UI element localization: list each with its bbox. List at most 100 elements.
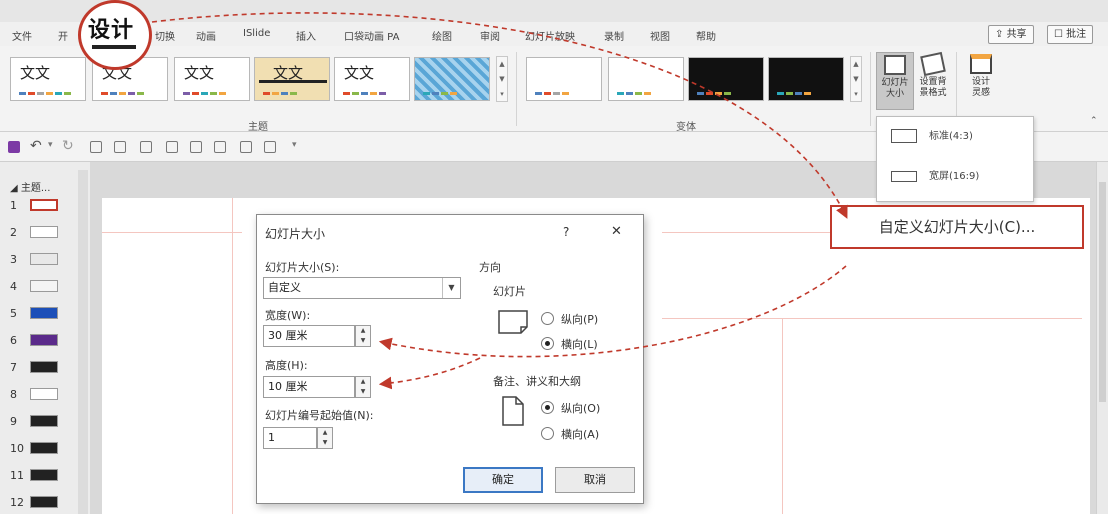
close-icon[interactable]: ✕ <box>611 224 622 239</box>
design-tab-label[interactable]: 设计 <box>88 12 134 44</box>
slide-preview <box>30 307 58 319</box>
theme-thumbnail-6[interactable] <box>414 57 490 101</box>
menu-animations[interactable]: 动画 <box>196 28 216 43</box>
menu-help[interactable]: 帮助 <box>696 28 716 43</box>
slide-thumbnail-6[interactable]: 6 <box>0 331 80 351</box>
toolbar-icon-2[interactable] <box>114 141 126 153</box>
guide-line <box>232 198 233 514</box>
menu-bar: 文件 开 切换 动画 ISlide 插入 口袋动画 PA 绘图 审阅 幻灯片放映… <box>0 22 1108 46</box>
slide-thumbnail-7[interactable]: 7 <box>0 358 80 378</box>
notes-portrait-label: 纵向(O) <box>561 402 601 415</box>
theme-thumbnail-4[interactable]: 文文 <box>254 57 330 101</box>
collapse-ribbon-icon[interactable]: ⌃ <box>1090 116 1098 126</box>
variant-swatches <box>535 92 569 95</box>
undo-icon[interactable]: ↶ <box>30 138 42 154</box>
start-number-stepper[interactable]: ▲ ▼ <box>317 427 333 449</box>
slide-preview <box>30 226 58 238</box>
variant-thumbnail-2[interactable] <box>608 57 684 101</box>
slide-thumbnail-panel: ◢ 主题... 1 2 3 4 5 6 7 8 9 10 11 12 <box>0 162 90 514</box>
slide-thumbnail-2[interactable]: 2 <box>0 223 80 243</box>
slide-size-select[interactable]: 自定义 ▼ <box>263 277 461 299</box>
slide-number: 3 <box>10 253 17 266</box>
slide-number: 8 <box>10 388 17 401</box>
slides-orientation-heading: 幻灯片 <box>493 285 526 298</box>
redo-icon[interactable]: ↻ <box>62 138 74 154</box>
format-background-button[interactable]: 设置背 景格式 <box>914 51 952 110</box>
theme-thumbnail-3[interactable]: 文文 <box>174 57 250 101</box>
variant-thumbnail-1[interactable] <box>526 57 602 101</box>
menu-pocket-animation[interactable]: 口袋动画 PA <box>344 28 399 43</box>
theme-thumbnail-5[interactable]: 文文 <box>334 57 410 101</box>
height-input[interactable]: 10 厘米 <box>263 376 355 398</box>
height-label: 高度(H): <box>265 359 308 372</box>
guide-line <box>782 318 783 514</box>
section-header[interactable]: ◢ 主题... <box>10 179 50 194</box>
slide-size-icon <box>884 55 906 75</box>
divider <box>870 52 871 126</box>
vertical-scrollbar[interactable] <box>1096 162 1108 514</box>
slide-number: 1 <box>10 199 17 212</box>
widescreen-size-option[interactable]: 宽屏(16:9) <box>891 167 979 191</box>
menu-islide[interactable]: ISlide <box>243 28 270 39</box>
themes-scroll[interactable]: ▲ ▼ ▾ <box>496 56 508 102</box>
notes-landscape-radio[interactable] <box>541 427 554 440</box>
menu-home[interactable]: 开 <box>58 28 68 43</box>
width-stepper[interactable]: ▲ ▼ <box>355 325 371 347</box>
notes-portrait-radio[interactable] <box>541 401 554 414</box>
theme-thumbnail-office[interactable]: 文文 <box>10 57 86 101</box>
variants-scroll[interactable]: ▲ ▼ ▾ <box>850 56 862 102</box>
notes-orientation-heading: 备注、讲义和大纲 <box>493 375 581 388</box>
variant-thumbnail-4[interactable] <box>768 57 844 101</box>
cancel-button[interactable]: 取消 <box>555 467 635 493</box>
save-icon[interactable] <box>8 141 20 153</box>
menu-view[interactable]: 视图 <box>650 28 670 43</box>
slide-thumbnail-10[interactable]: 10 <box>0 439 80 459</box>
menu-review[interactable]: 审阅 <box>480 28 500 43</box>
menu-file[interactable]: 文件 <box>12 28 32 43</box>
notes-landscape-label: 横向(A) <box>561 428 600 441</box>
slides-landscape-radio[interactable] <box>541 337 554 350</box>
menu-record[interactable]: 录制 <box>604 28 624 43</box>
slide-thumbnail-9[interactable]: 9 <box>0 412 80 432</box>
start-number-input[interactable]: 1 <box>263 427 317 449</box>
toolbar-icon-3[interactable] <box>140 141 152 153</box>
slides-landscape-label: 横向(L) <box>561 338 598 351</box>
slide-preview <box>30 469 58 481</box>
width-label: 宽度(W): <box>265 309 311 322</box>
menu-insert[interactable]: 插入 <box>296 28 316 43</box>
toolbar-icon-6[interactable] <box>214 141 226 153</box>
slide-thumbnail-8[interactable]: 8 <box>0 385 80 405</box>
theme-color-swatches <box>343 92 386 95</box>
variant-thumbnail-3[interactable] <box>688 57 764 101</box>
slide-thumbnail-11[interactable]: 11 <box>0 466 80 486</box>
slide-size-button[interactable]: 幻灯片 大小 <box>876 52 914 110</box>
share-button[interactable]: ⇪ 共享 <box>988 25 1034 44</box>
undo-dropdown-icon[interactable]: ▾ <box>48 140 53 150</box>
menu-transitions[interactable]: 切换 <box>155 28 175 43</box>
standard-size-option[interactable]: 标准(4:3) <box>891 127 973 151</box>
slide-thumbnail-4[interactable]: 4 <box>0 277 80 297</box>
variant-swatches <box>617 92 651 95</box>
slides-portrait-radio[interactable] <box>541 312 554 325</box>
ok-button[interactable]: 确定 <box>463 467 543 493</box>
help-button[interactable]: ? <box>563 225 569 239</box>
slide-thumbnail-12[interactable]: 12 <box>0 493 80 513</box>
custom-slide-size-option[interactable]: 自定义幻灯片大小(C)... <box>830 205 1084 249</box>
design-ideas-button[interactable]: 设计 灵感 <box>962 52 1000 110</box>
toolbar-icon-1[interactable] <box>90 141 102 153</box>
slide-thumbnail-1[interactable]: 1 <box>0 196 80 216</box>
height-stepper[interactable]: ▲ ▼ <box>355 376 371 398</box>
toolbar-icon-7[interactable] <box>240 141 252 153</box>
menu-slideshow[interactable]: 幻灯片放映 <box>525 28 575 43</box>
slides-portrait-label: 纵向(P) <box>561 313 599 326</box>
customize-toolbar-icon[interactable]: ▾ <box>292 140 297 150</box>
slide-thumbnail-5[interactable]: 5 <box>0 304 80 324</box>
slide-thumbnail-3[interactable]: 3 <box>0 250 80 270</box>
menu-draw[interactable]: 绘图 <box>432 28 452 43</box>
toolbar-icon-5[interactable] <box>190 141 202 153</box>
toolbar-icon-4[interactable] <box>166 141 178 153</box>
slide-preview <box>30 442 58 454</box>
toolbar-icon-8[interactable] <box>264 141 276 153</box>
width-input[interactable]: 30 厘米 <box>263 325 355 347</box>
comment-button[interactable]: ☐ 批注 <box>1047 25 1094 44</box>
